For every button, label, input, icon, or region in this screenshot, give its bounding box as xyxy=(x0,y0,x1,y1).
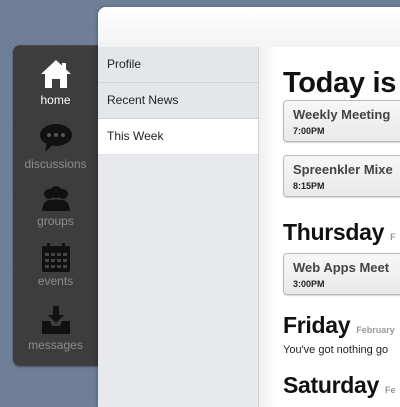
sidebar-item-this-week[interactable]: This Week xyxy=(98,119,258,155)
sidebar-item-recent-news[interactable]: Recent News xyxy=(98,83,258,119)
dock-item-home[interactable]: home xyxy=(13,59,98,109)
dock-label-home: home xyxy=(40,93,71,107)
day-heading-friday: Friday February xyxy=(283,312,395,339)
event-card[interactable]: Spreenkler Mixe 8:15PM xyxy=(283,155,400,197)
dock-item-messages[interactable]: messages xyxy=(13,305,98,355)
event-time: 3:00PM xyxy=(293,279,325,289)
today-heading: Today is xyxy=(283,67,396,100)
event-time: 8:15PM xyxy=(293,181,325,191)
day-date: Fe xyxy=(385,385,396,395)
day-name: Saturday xyxy=(283,372,380,398)
today-heading-text: Today is xyxy=(283,67,397,99)
day-name: Friday xyxy=(283,312,351,338)
event-card[interactable]: Web Apps Meet 3:00PM xyxy=(283,253,400,295)
event-title: Spreenkler Mixe xyxy=(293,162,393,177)
dock-label-discussions: discussions xyxy=(24,157,87,171)
event-title: Weekly Meeting xyxy=(293,107,391,122)
day-date: February xyxy=(356,325,395,335)
day-date: F xyxy=(390,232,396,242)
day-heading-saturday: Saturday Fe xyxy=(283,372,396,399)
dock-item-groups[interactable]: groups xyxy=(13,185,98,235)
event-title: Web Apps Meet xyxy=(293,260,390,275)
app-window: Profile Recent News This Week Today is W… xyxy=(98,7,400,407)
dock-label-events: events xyxy=(37,274,74,288)
event-card[interactable]: Weekly Meeting 7:00PM xyxy=(283,100,400,142)
event-time: 7:00PM xyxy=(293,126,325,136)
dock-label-messages: messages xyxy=(28,338,83,352)
people-icon xyxy=(41,186,70,211)
speech-bubble-icon xyxy=(39,124,72,152)
calendar-icon xyxy=(41,243,70,272)
inbox-icon xyxy=(41,306,70,334)
day-name: Thursday xyxy=(283,219,385,245)
dock-label-groups: groups xyxy=(37,214,74,228)
no-events-note: You've got nothing go xyxy=(283,344,389,356)
dock-item-discussions[interactable]: discussions xyxy=(13,123,98,173)
dock-item-events[interactable]: events xyxy=(13,243,98,293)
home-icon xyxy=(40,60,71,88)
sidebar-nav: Profile Recent News This Week xyxy=(98,47,259,407)
day-heading-thursday: Thursday F xyxy=(283,219,396,246)
schedule-content: Today is Weekly Meeting 7:00PM Spreenkle… xyxy=(259,47,400,407)
window-toolbar xyxy=(98,7,400,48)
sidebar-item-profile[interactable]: Profile xyxy=(98,47,258,83)
